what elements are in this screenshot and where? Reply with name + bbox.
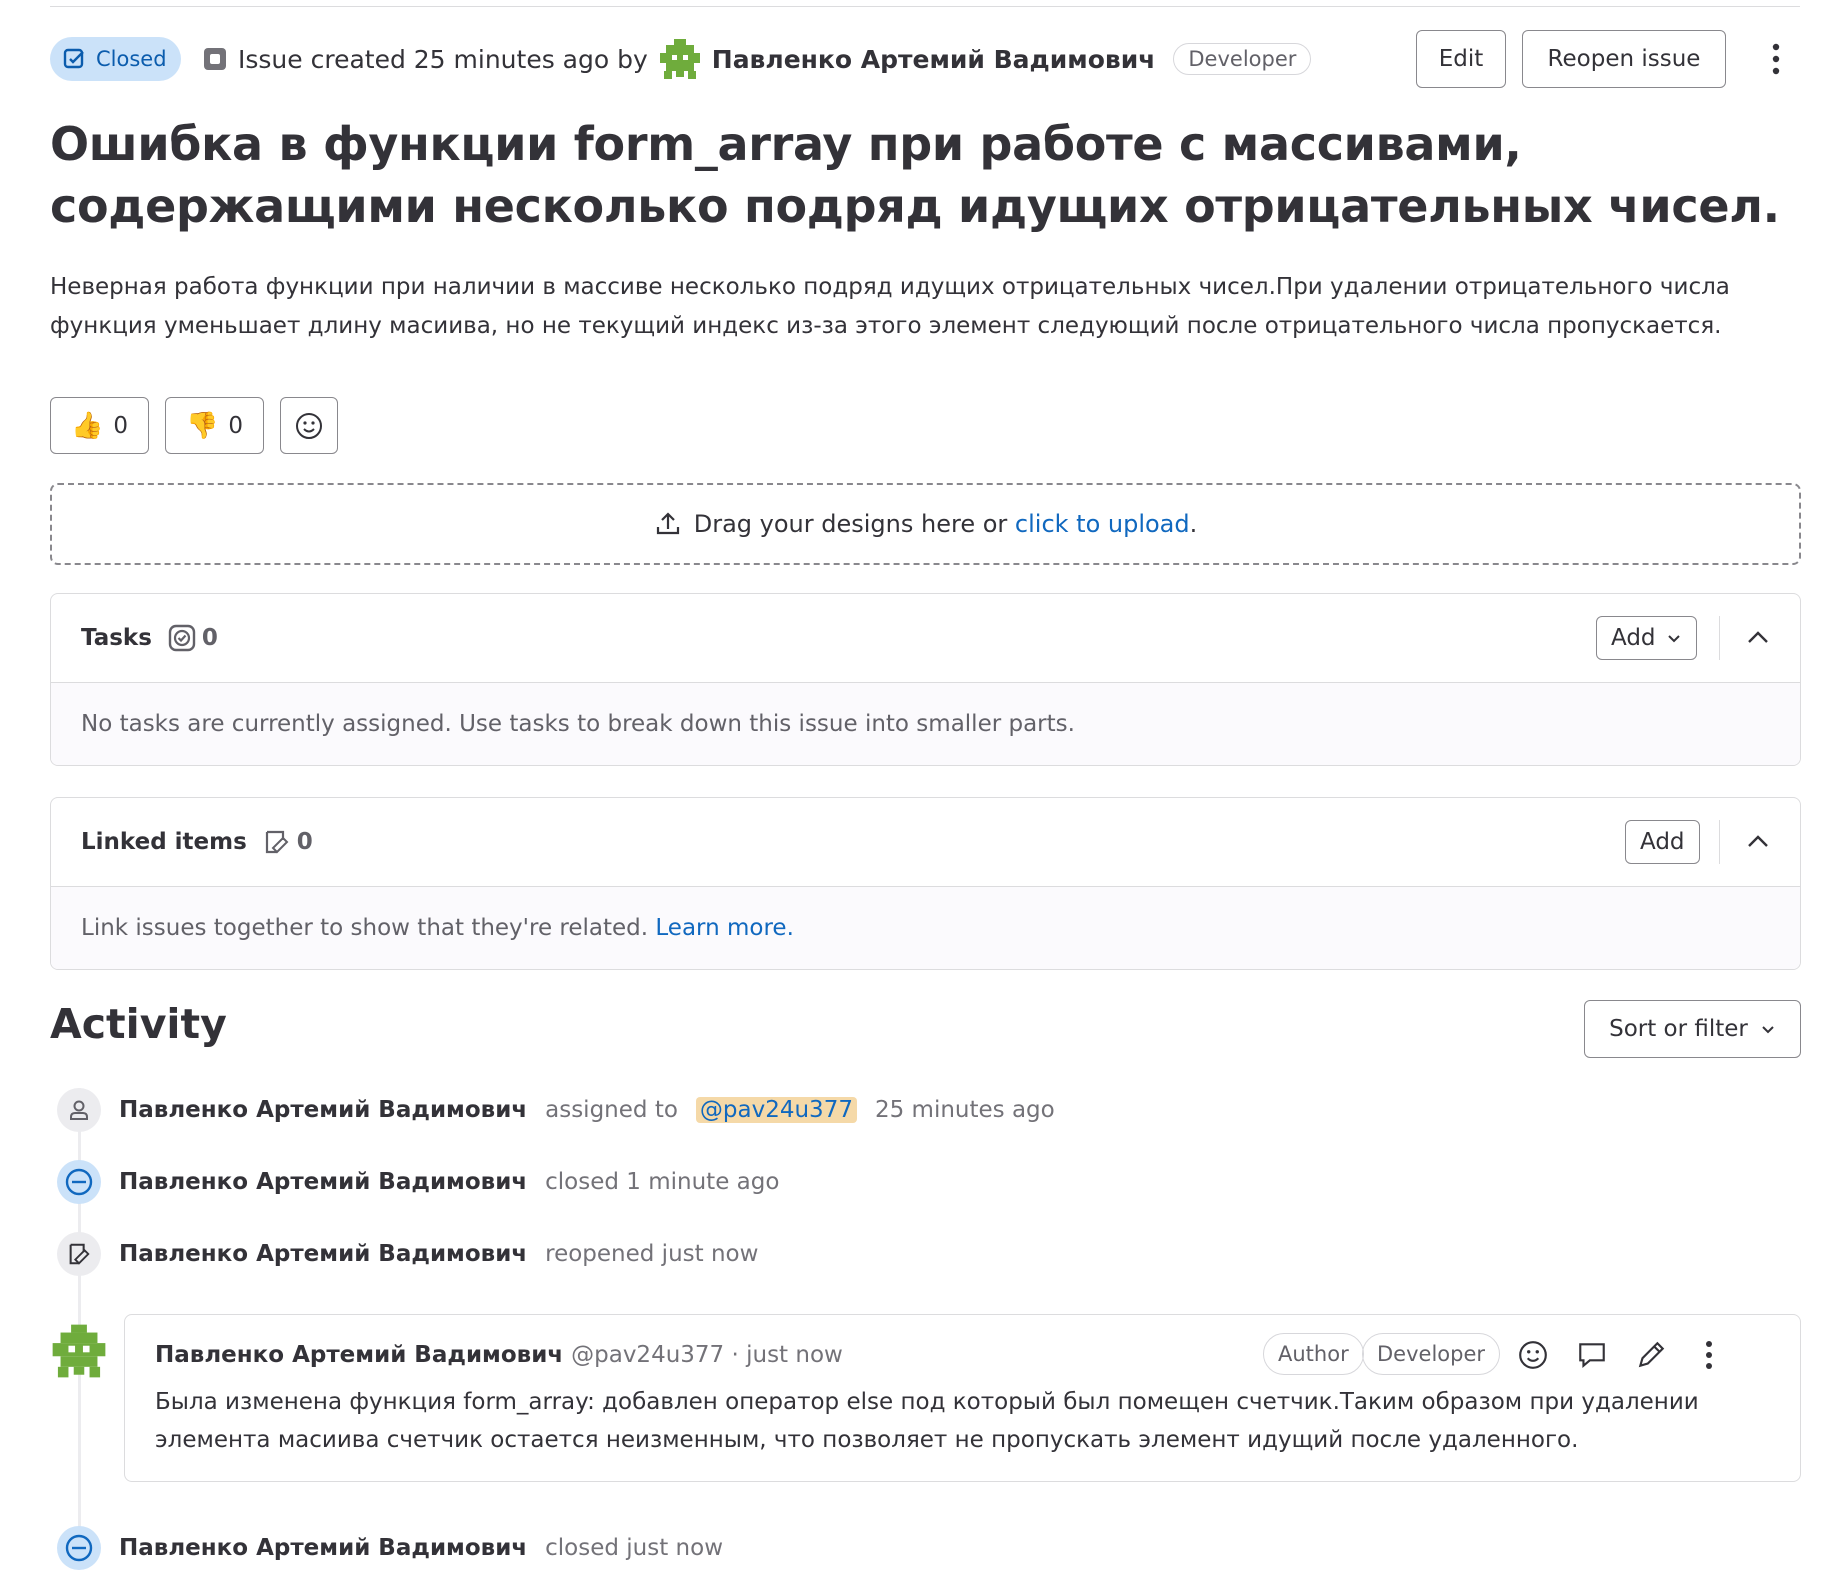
event-author[interactable]: Павленко Артемий Вадимович	[119, 1535, 527, 1561]
issue-closed-icon	[63, 48, 84, 69]
click-to-upload-link[interactable]: click to upload	[1015, 510, 1190, 538]
linked-items-title: Linked items	[81, 829, 247, 855]
issue-description: Неверная работа функции при наличии в ма…	[50, 274, 1730, 339]
issue-header: Closed Issue created 25 minutes ago by П…	[50, 30, 1800, 88]
divider	[1719, 616, 1720, 660]
tasks-card: Tasks 0 Add No tasks are currently assig…	[50, 593, 1801, 766]
divider	[50, 6, 1800, 7]
event-author[interactable]: Павленко Артемий Вадимович	[119, 1169, 527, 1195]
linked-items-empty-text: Link issues together to show that they'r…	[81, 915, 649, 941]
reply-icon[interactable]	[1576, 1339, 1608, 1371]
timeline-event: Павленко Артемий Вадимович assigned to @…	[50, 1088, 1055, 1132]
task-done-icon	[168, 624, 196, 652]
timeline-event: Павленко Артемий Вадимович reopened just…	[50, 1232, 758, 1276]
thumbs-up-icon: 👍	[71, 410, 104, 441]
issue-closed-icon	[57, 1160, 101, 1204]
comment-header: Павленко Артемий Вадимович @pav24u377 · …	[155, 1333, 843, 1377]
role-badge: Developer	[1173, 43, 1312, 75]
linked-items-card: Linked items 0 Add Link issues together …	[50, 797, 1801, 970]
status-badge: Closed	[50, 37, 181, 81]
comment: Павленко Артемий Вадимович @pav24u377 · …	[124, 1314, 1801, 1482]
collapse-tasks-icon[interactable]	[1743, 623, 1773, 653]
event-action: assigned to	[545, 1097, 678, 1123]
user-icon	[57, 1088, 101, 1132]
author-name[interactable]: Павленко Артемий Вадимович	[712, 45, 1156, 74]
edit-pencil-icon[interactable]	[1635, 1339, 1667, 1371]
thumbs-down-icon: 👎	[186, 410, 219, 441]
add-task-dropdown[interactable]: Add	[1596, 616, 1697, 660]
smiley-icon	[296, 412, 323, 439]
tasks-header: Tasks 0 Add	[51, 594, 1800, 683]
learn-more-link[interactable]: Learn more.	[655, 915, 793, 941]
more-actions-icon[interactable]	[1701, 1339, 1717, 1371]
reactions: 👍 0 👎 0	[50, 397, 339, 454]
collapse-linked-items-icon[interactable]	[1743, 827, 1773, 857]
linked-items-count: 0	[263, 828, 313, 856]
author-avatar[interactable]	[658, 37, 702, 81]
activity-title: Activity	[50, 1000, 227, 1048]
issue-meta: Issue created 25 minutes ago by Павленко…	[202, 30, 1312, 88]
linked-items-empty: Link issues together to show that they'r…	[51, 887, 1800, 969]
event-action: closed 1 minute ago	[545, 1169, 780, 1195]
comment-author[interactable]: Павленко Артемий Вадимович	[155, 1342, 563, 1368]
divider	[1719, 820, 1720, 864]
chevron-down-icon	[1762, 1026, 1774, 1034]
event-time: 25 minutes ago	[874, 1097, 1055, 1123]
thumbs-down-count: 0	[228, 412, 244, 439]
linked-items-header: Linked items 0 Add	[51, 798, 1800, 887]
sort-label: Sort or filter	[1609, 1016, 1748, 1042]
add-reaction-icon[interactable]	[1517, 1339, 1549, 1371]
edit-button[interactable]: Edit	[1416, 30, 1506, 88]
author-badge: Author	[1263, 1333, 1364, 1375]
upload-icon	[656, 512, 679, 535]
event-author[interactable]: Павленко Артемий Вадимович	[119, 1097, 527, 1123]
issue-reopened-icon	[57, 1232, 101, 1276]
timeline-event: Павленко Артемий Вадимович closed 1 minu…	[50, 1160, 779, 1204]
tasks-empty-text: No tasks are currently assigned. Use tas…	[51, 683, 1800, 765]
comment-handle-time: @pav24u377 · just now	[571, 1342, 843, 1368]
event-action: closed just now	[545, 1535, 724, 1561]
comment-body: Была изменена функция form_array: добавл…	[155, 1389, 1699, 1453]
event-action: reopened just now	[545, 1241, 759, 1267]
chevron-down-icon	[1667, 635, 1680, 643]
role-badge: Developer	[1362, 1333, 1501, 1375]
comment-author-avatar[interactable]	[50, 1322, 108, 1380]
event-author[interactable]: Павленко Артемий Вадимович	[119, 1241, 527, 1267]
tasks-count: 0	[168, 624, 218, 652]
created-text: Issue created 25 minutes ago by	[238, 44, 648, 74]
design-upload-dropzone[interactable]: Drag your designs here or click to uploa…	[50, 483, 1801, 565]
thumbs-up-button[interactable]: 👍 0	[50, 397, 150, 454]
issue-icon	[265, 830, 289, 854]
issue-title: Ошибка в функции form_array при работе с…	[50, 117, 1780, 233]
timeline-event: Павленко Артемий Вадимович closed just n…	[50, 1526, 723, 1570]
issue-type-icon	[204, 48, 226, 70]
upload-text: Drag your designs here or click to uploa…	[693, 510, 1198, 538]
add-reaction-button[interactable]	[280, 397, 339, 454]
user-mention-link[interactable]: @pav24u377	[695, 1097, 857, 1123]
more-actions-icon[interactable]	[1766, 42, 1786, 76]
add-linked-item-button[interactable]: Add	[1625, 820, 1700, 864]
reopen-issue-button[interactable]: Reopen issue	[1522, 30, 1726, 88]
thumbs-up-count: 0	[113, 412, 129, 439]
sort-or-filter-dropdown[interactable]: Sort or filter	[1584, 1000, 1801, 1058]
status-label: Closed	[96, 47, 167, 71]
add-task-label: Add	[1611, 625, 1656, 651]
tasks-title: Tasks	[81, 625, 152, 651]
thumbs-down-button[interactable]: 👎 0	[165, 397, 265, 454]
issue-closed-icon	[57, 1526, 101, 1570]
